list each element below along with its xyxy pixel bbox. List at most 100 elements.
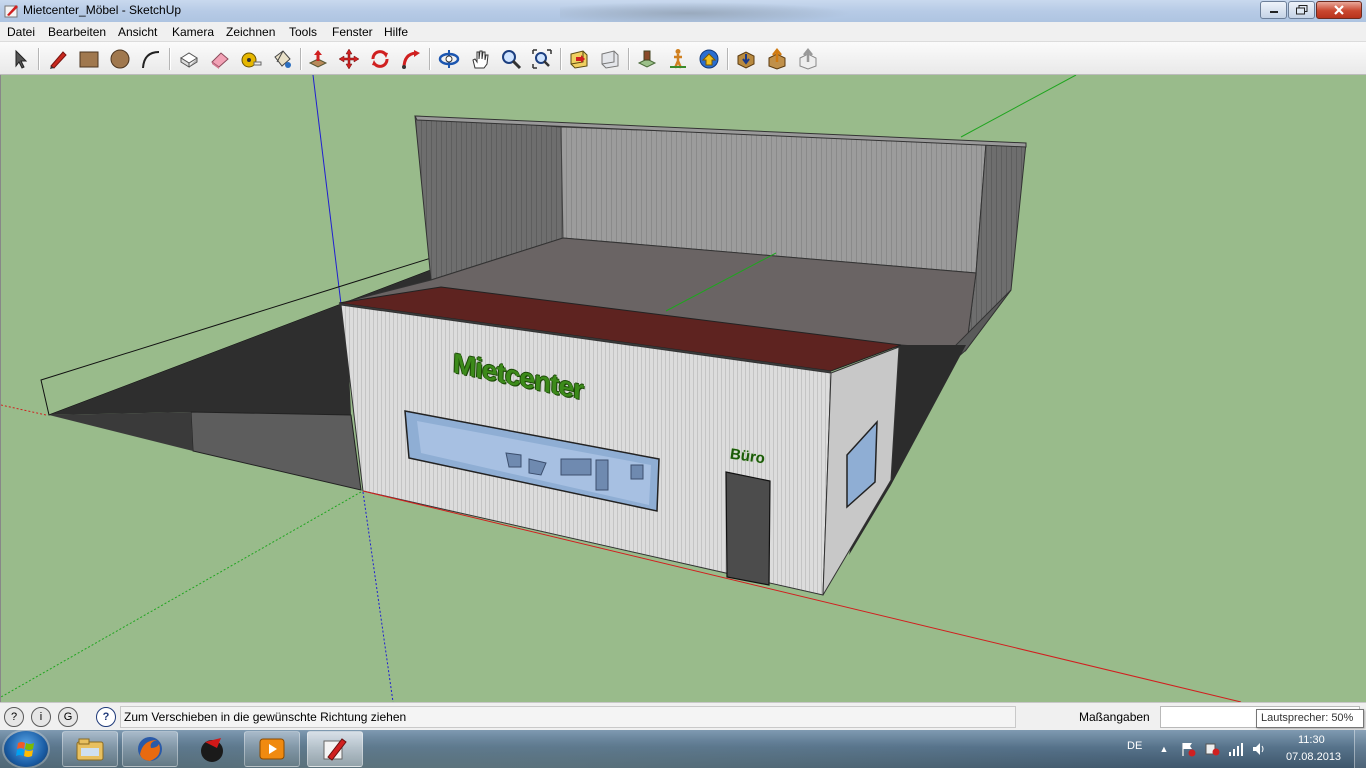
tape-measure-icon (241, 52, 262, 68)
sketchup-app-icon (4, 5, 18, 18)
eraser-tool-button[interactable] (207, 46, 233, 72)
close-icon (1334, 5, 1344, 15)
show-hidden-icons-button[interactable]: ▲ (1156, 741, 1172, 757)
menu-datei[interactable]: Datei (7, 25, 35, 39)
share-component-icon (799, 48, 817, 70)
geo-location-icon: ? (10, 711, 18, 723)
taskbar-firefox-button[interactable] (122, 731, 178, 767)
maximize-button[interactable] (1288, 1, 1315, 19)
taskbar: DE ▲ 11:30 07.08.2013 (0, 730, 1366, 768)
move-icon (338, 48, 360, 70)
rotate-tool-button[interactable] (367, 46, 393, 72)
toolbar-separator (429, 48, 431, 70)
zoom-tool-button[interactable] (498, 46, 524, 72)
pencil-line-icon (50, 51, 67, 69)
instructor-button[interactable]: ? (96, 707, 116, 727)
zoom-icon (502, 50, 522, 70)
zoom-extents-icon (532, 49, 552, 69)
sync-tray-icon[interactable] (1204, 741, 1220, 757)
share-model-button[interactable] (764, 46, 790, 72)
signal-bars-icon (1229, 743, 1243, 756)
follow-me-tool-button[interactable] (398, 46, 424, 72)
paint-bucket-tool-button[interactable] (269, 46, 295, 72)
get-models-button[interactable] (733, 46, 759, 72)
move-tool-button[interactable] (336, 46, 362, 72)
office-door (725, 471, 771, 586)
sign-in-status-button[interactable]: G (58, 707, 78, 727)
rotate-icon (371, 50, 389, 68)
help-icon: ? (102, 711, 110, 723)
push-pull-tool-button[interactable] (305, 46, 331, 72)
push-pull-icon (308, 50, 328, 68)
menu-ansicht[interactable]: Ansicht (118, 25, 157, 39)
restore-icon (1295, 5, 1307, 15)
get-models-icon (737, 51, 755, 69)
menu-fenster[interactable]: Fenster (332, 25, 373, 39)
toolbar-separator (727, 48, 729, 70)
left-slab-front (190, 411, 362, 491)
share-component-button[interactable] (795, 46, 821, 72)
media-player-icon (259, 738, 285, 760)
menu-tools[interactable]: Tools (289, 25, 317, 39)
rectangle-tool-button[interactable] (76, 46, 102, 72)
orbit-icon (438, 50, 460, 68)
menu-bearbeiten[interactable]: Bearbeiten (48, 25, 106, 39)
select-tool-button[interactable] (7, 46, 33, 72)
taskbar-pinned-app-button[interactable] (184, 731, 240, 767)
explorer-icon (76, 738, 104, 761)
arc-tool-button[interactable] (138, 46, 164, 72)
red-axis-dotted-line (1, 404, 47, 416)
circle-tool-button[interactable] (107, 46, 133, 72)
taskbar-explorer-button[interactable] (62, 731, 118, 767)
start-button[interactable] (4, 731, 48, 767)
green-axis-dotted-line (1, 491, 362, 698)
make-component-button[interactable] (176, 46, 202, 72)
chevron-up-icon: ▲ (1159, 744, 1169, 754)
action-center-icon[interactable] (1180, 741, 1196, 757)
close-button[interactable] (1316, 1, 1362, 19)
model-viewport[interactable]: Mietcenter Büro (0, 75, 1366, 702)
walk-tool-button[interactable] (665, 46, 691, 72)
speaker-icon (1253, 743, 1264, 755)
language-indicator[interactable]: DE (1127, 740, 1142, 752)
minimize-button[interactable] (1260, 1, 1287, 19)
taskbar-sketchup-button[interactable] (307, 731, 363, 767)
previous-view-button[interactable] (566, 46, 592, 72)
blue-axis-line (312, 75, 342, 305)
next-view-button[interactable] (597, 46, 623, 72)
eraser-icon (211, 52, 229, 69)
toolbar (0, 42, 1366, 75)
show-desktop-button[interactable] (1354, 730, 1366, 768)
credits-icon: i (39, 711, 43, 723)
credits-status-button[interactable]: i (31, 707, 51, 727)
geo-location-status-button[interactable]: ? (4, 707, 24, 727)
left-slab-shadow-lower (49, 412, 193, 451)
menu-kamera[interactable]: Kamera (172, 25, 214, 39)
select-icon (15, 49, 28, 69)
arc-icon (142, 51, 160, 69)
next-view-icon (601, 50, 619, 69)
circle-icon (110, 49, 130, 69)
network-tray-icon[interactable] (1228, 741, 1244, 757)
position-camera-tool-button[interactable] (634, 46, 660, 72)
firefox-icon (138, 737, 162, 761)
look-around-tool-button[interactable] (696, 46, 722, 72)
zoom-extents-tool-button[interactable] (529, 46, 555, 72)
tape-measure-tool-button[interactable] (238, 46, 264, 72)
clock-date[interactable]: 07.08.2013 (1286, 751, 1341, 763)
menu-hilfe[interactable]: Hilfe (384, 25, 408, 39)
line-tool-button[interactable] (45, 46, 71, 72)
orbit-tool-button[interactable] (436, 46, 462, 72)
sketchup-icon (323, 738, 347, 761)
window-title: Mietcenter_Möbel - SketchUp (23, 3, 182, 17)
clock-time[interactable]: 11:30 (1298, 734, 1325, 746)
follow-me-icon (402, 50, 420, 69)
volume-tray-icon[interactable] (1251, 741, 1267, 757)
pan-tool-button[interactable] (467, 46, 493, 72)
taskbar-media-player-button[interactable] (244, 731, 300, 767)
toolbar-separator (38, 48, 40, 70)
menu-zeichnen[interactable]: Zeichnen (226, 25, 275, 39)
previous-view-icon (570, 50, 588, 69)
position-camera-icon (637, 50, 657, 68)
paint-bucket-icon (274, 50, 291, 68)
